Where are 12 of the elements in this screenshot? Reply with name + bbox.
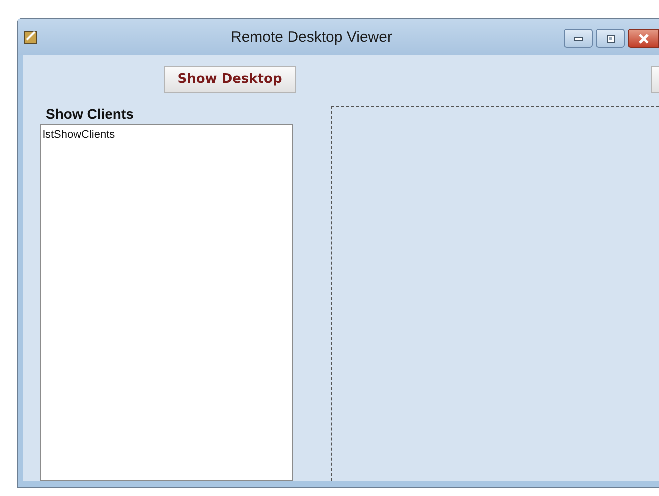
close-button[interactable] (628, 29, 659, 48)
window-title: Remote Desktop Viewer (231, 28, 392, 46)
minimize-icon (574, 36, 584, 42)
clients-label: Show Clients (46, 106, 134, 122)
clients-list[interactable]: lstShowClients (40, 124, 293, 481)
app-icon (24, 30, 38, 44)
maximize-icon (606, 34, 616, 44)
show-desktop-button[interactable]: Show Desktop (164, 66, 296, 93)
close-icon (638, 34, 650, 44)
list-item[interactable]: lstShowClients (41, 127, 118, 143)
maximize-button[interactable] (596, 29, 625, 48)
minimize-button[interactable] (564, 29, 593, 48)
